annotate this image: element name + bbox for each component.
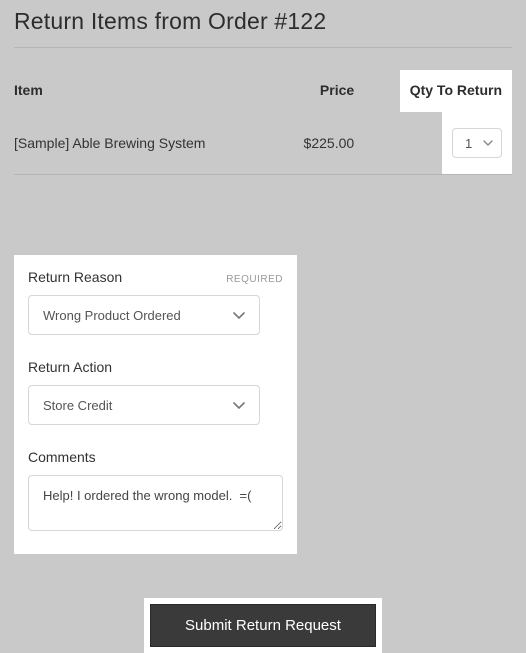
page-title: Return Items from Order #122 bbox=[14, 0, 512, 47]
divider bbox=[14, 47, 512, 48]
chevron-down-icon bbox=[233, 312, 245, 319]
comments-label: Comments bbox=[28, 449, 96, 465]
items-table: Item Price Qty To Return [Sample] Able B… bbox=[14, 70, 512, 175]
col-item: Item bbox=[14, 70, 283, 112]
return-action-select[interactable]: Store Credit bbox=[28, 385, 260, 425]
chevron-down-icon bbox=[233, 402, 245, 409]
return-action-value: Store Credit bbox=[43, 398, 112, 413]
return-reason-label: Return Reason bbox=[28, 269, 122, 285]
comments-input[interactable] bbox=[28, 475, 283, 531]
col-price: Price bbox=[283, 70, 354, 112]
table-row: [Sample] Able Brewing System $225.00 1 bbox=[14, 112, 512, 175]
item-name: [Sample] Able Brewing System bbox=[14, 112, 283, 175]
qty-value: 1 bbox=[465, 136, 472, 151]
return-reason-value: Wrong Product Ordered bbox=[43, 308, 181, 323]
submit-return-button[interactable]: Submit Return Request bbox=[150, 604, 376, 647]
chevron-down-icon bbox=[483, 140, 493, 146]
return-action-label: Return Action bbox=[28, 359, 112, 375]
required-tag: REQUIRED bbox=[226, 274, 283, 285]
col-qty: Qty To Return bbox=[354, 70, 512, 112]
return-form-card: Return Reason REQUIRED Wrong Product Ord… bbox=[14, 255, 297, 554]
return-reason-select[interactable]: Wrong Product Ordered bbox=[28, 295, 260, 335]
item-price: $225.00 bbox=[283, 112, 354, 175]
qty-select[interactable]: 1 bbox=[452, 128, 502, 158]
